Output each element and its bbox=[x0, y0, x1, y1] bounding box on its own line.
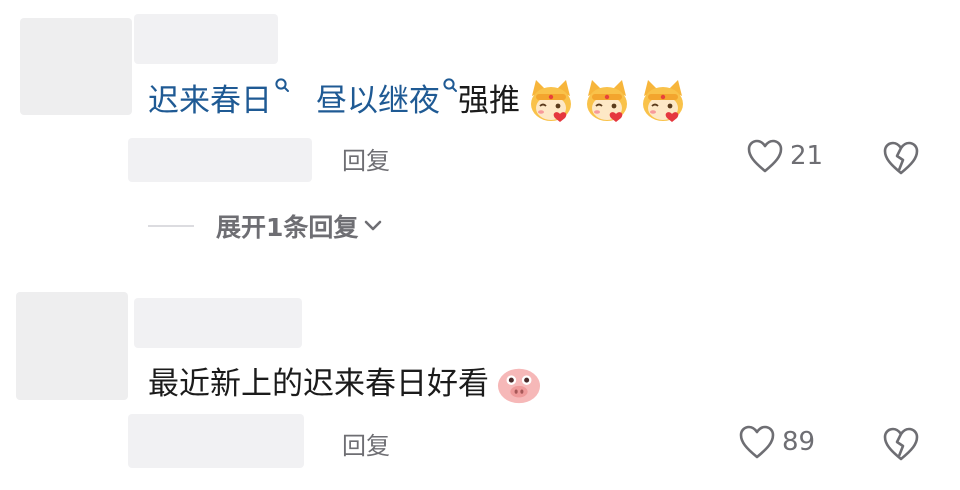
username[interactable] bbox=[134, 298, 302, 348]
heart-icon bbox=[747, 139, 783, 173]
pig-face-emoji bbox=[497, 368, 541, 404]
like-button[interactable]: 21 bbox=[746, 138, 823, 174]
fox-heart-emoji bbox=[587, 80, 627, 122]
search-tag-label: 昼以继夜 bbox=[316, 83, 440, 119]
like-button[interactable]: 89 bbox=[738, 424, 815, 460]
like-count: 89 bbox=[782, 427, 816, 457]
fox-heart-emoji bbox=[643, 80, 683, 122]
broken-heart-icon[interactable] bbox=[882, 140, 920, 176]
broken-heart-icon[interactable] bbox=[882, 426, 920, 462]
fox-heart-emoji bbox=[531, 80, 571, 122]
reply-button[interactable]: 回复 bbox=[342, 141, 390, 176]
comment-list: 迟来春日 昼以继夜 强推 回复 21 展开1条回复 最近新上的迟来春日好看 回复… bbox=[0, 0, 960, 490]
comment-body-text: 最近新上的迟来春日好看 bbox=[148, 366, 489, 402]
comment-text: 迟来春日 昼以继夜 强推 bbox=[148, 78, 688, 124]
divider bbox=[148, 225, 194, 227]
search-tag[interactable]: 昼以继夜 bbox=[316, 78, 458, 121]
chevron-down-icon bbox=[365, 220, 382, 231]
comment-text: 最近新上的迟来春日好看 bbox=[148, 362, 543, 406]
like-count: 21 bbox=[790, 141, 824, 171]
avatar[interactable] bbox=[20, 18, 132, 115]
search-icon bbox=[443, 78, 457, 92]
search-icon bbox=[275, 78, 289, 92]
heart-icon bbox=[739, 425, 775, 459]
search-tag[interactable]: 迟来春日 bbox=[148, 78, 290, 121]
comment-meta bbox=[128, 138, 312, 182]
reply-button[interactable]: 回复 bbox=[342, 426, 390, 461]
comment-body-text: 强推 bbox=[458, 83, 520, 119]
comment-meta bbox=[128, 414, 304, 468]
avatar[interactable] bbox=[16, 292, 128, 400]
username[interactable] bbox=[134, 14, 278, 64]
expand-replies-label: 展开1条回复 bbox=[216, 213, 359, 242]
expand-replies-button[interactable]: 展开1条回复 bbox=[148, 208, 382, 244]
search-tag-label: 迟来春日 bbox=[148, 83, 272, 119]
